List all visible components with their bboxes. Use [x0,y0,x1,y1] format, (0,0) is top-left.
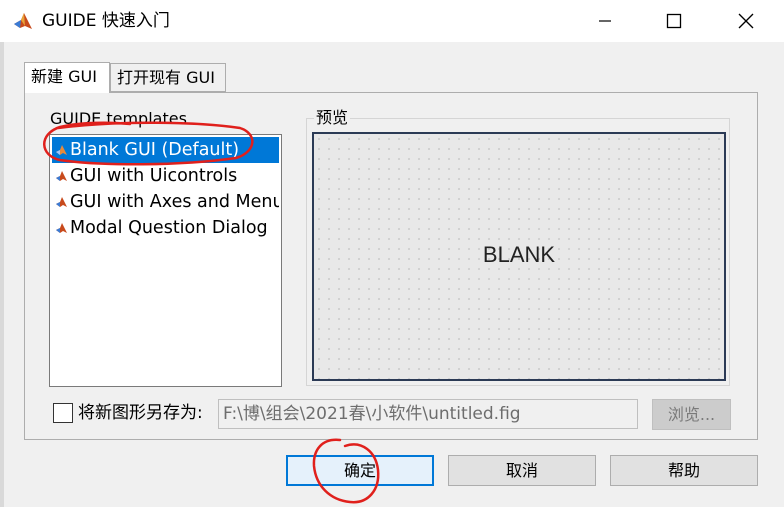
preview-content: BLANK [482,242,556,267]
browse-button[interactable]: 浏览... [652,399,731,430]
cancel-button[interactable]: 取消 [448,455,596,486]
template-item-axes-menu[interactable]: GUI with Axes and Menu [52,189,279,215]
templates-list[interactable]: Blank GUI (Default) GUI with Uicontrols … [49,134,282,387]
close-icon [738,13,754,29]
templates-label: GUIDE templates [50,109,187,128]
save-path-field[interactable]: F:\博\组会\2021春\小软件\untitled.fig [218,399,638,429]
template-item-blank-gui[interactable]: Blank GUI (Default) [52,137,279,163]
window-left-edge [0,42,4,507]
matlab-icon [12,10,34,32]
template-item-modal-dialog[interactable]: Modal Question Dialog [52,215,279,241]
minimize-icon [599,20,611,22]
template-item-label: Modal Question Dialog [70,218,268,238]
matlab-icon [56,171,67,181]
save-as-checkbox[interactable] [53,403,73,423]
template-item-label: GUI with Axes and Menu [70,192,279,212]
tab-new-gui[interactable]: 新建 GUI [24,62,110,93]
help-button[interactable]: 帮助 [610,455,758,486]
maximize-button[interactable] [651,0,697,42]
template-item-label: Blank GUI (Default) [70,140,240,160]
ok-button[interactable]: 确定 [286,455,434,486]
tab-open-gui[interactable]: 打开现有 GUI [110,63,226,92]
matlab-icon [56,145,67,155]
close-button[interactable] [723,0,769,42]
window-title: GUIDE 快速入门 [42,11,170,31]
matlab-icon [56,197,67,207]
minimize-button[interactable] [582,0,628,42]
save-as-label: 将新图形另存为: [78,403,203,423]
preview-label: 预览 [314,108,351,128]
matlab-icon [56,223,67,233]
maximize-icon [666,13,682,29]
template-item-label: GUI with Uicontrols [70,166,238,186]
template-item-uicontrols[interactable]: GUI with Uicontrols [52,163,279,189]
